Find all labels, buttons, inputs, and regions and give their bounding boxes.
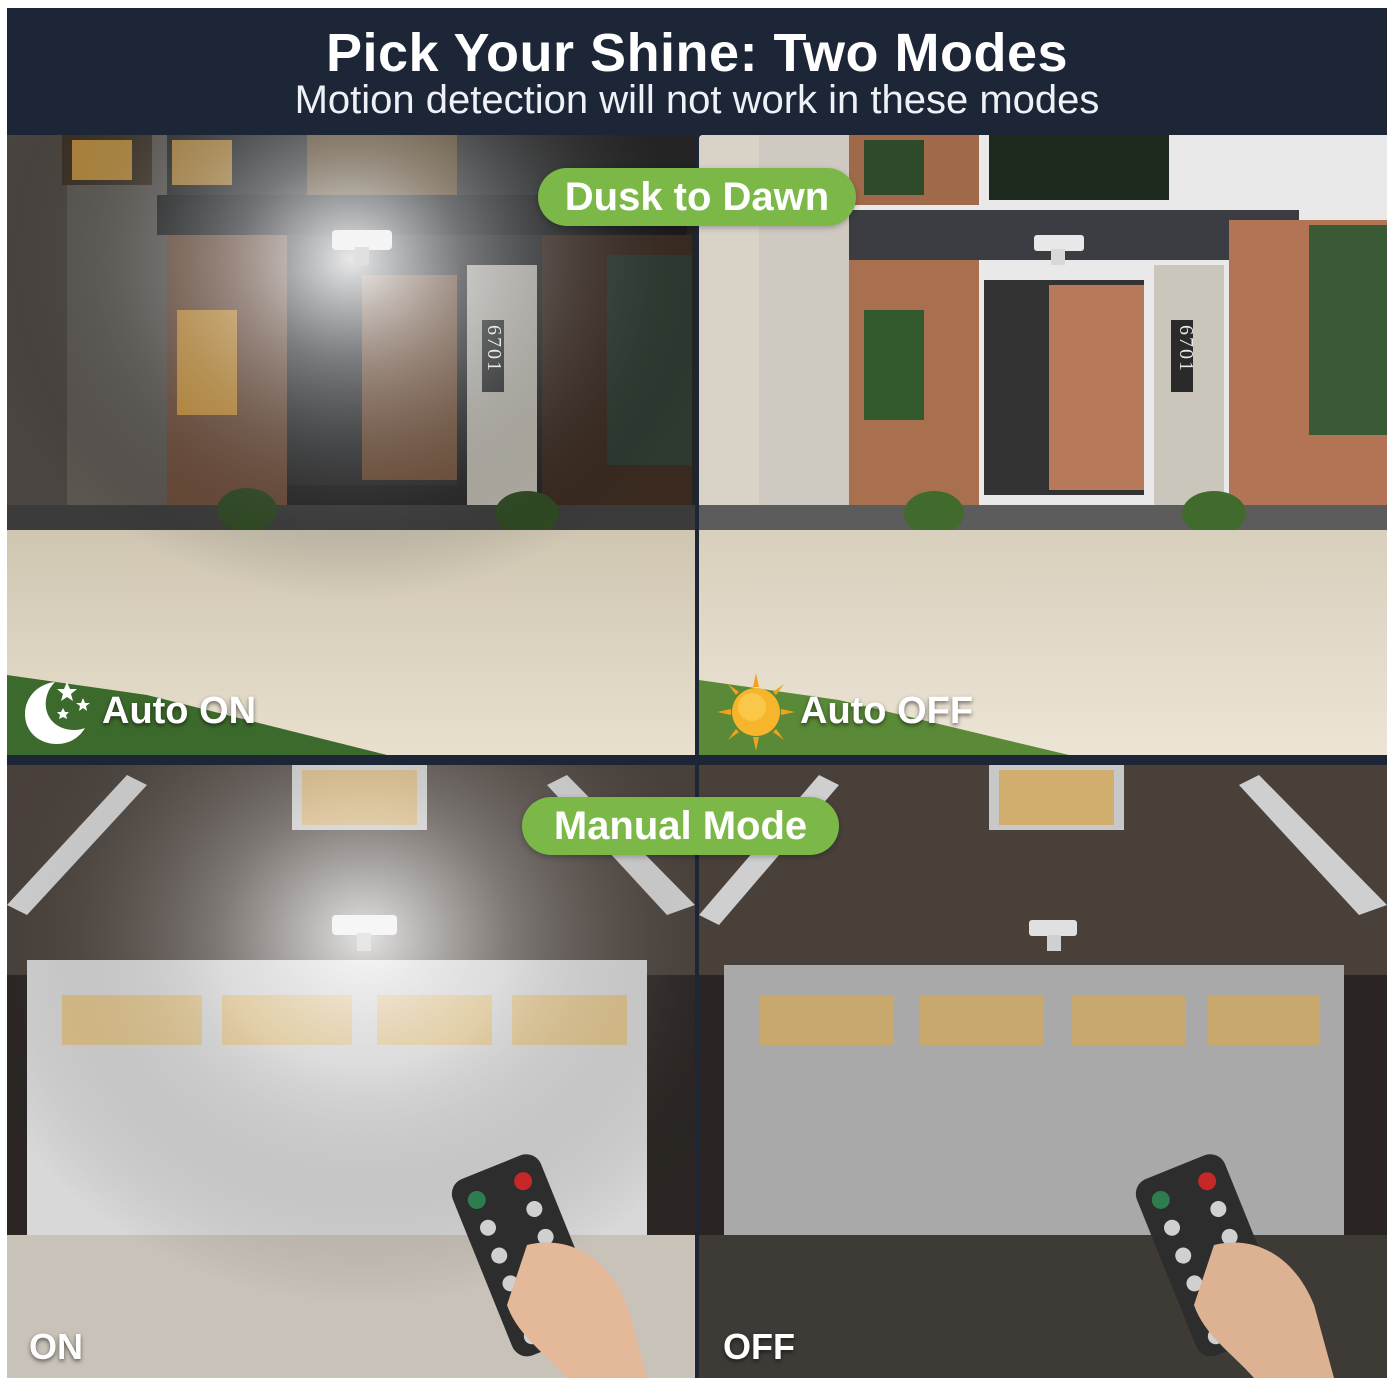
sun-icon — [717, 673, 795, 751]
moon-stars-icon — [25, 682, 90, 744]
panel-manual-off — [699, 765, 1387, 1378]
page-subtitle: Motion detection will not work in these … — [294, 78, 1100, 122]
day-house-photo — [699, 135, 1387, 755]
house-number-day: 6701 — [1175, 325, 1197, 373]
dusk-to-dawn-badge: Dusk to Dawn — [538, 168, 856, 226]
manual-mode-badge: Manual Mode — [522, 797, 839, 855]
panel-dusk-auto-on: 6701 — [7, 135, 695, 755]
manual-off-caption: OFF — [723, 1326, 795, 1367]
garage-lit-photo — [7, 765, 695, 1378]
header-banner: Pick Your Shine: Two Modes Motion detect… — [7, 8, 1387, 135]
panel-manual-on — [7, 765, 695, 1378]
product-infographic: Pick Your Shine: Two Modes Motion detect… — [7, 8, 1387, 1378]
night-house-photo — [7, 135, 695, 755]
page-title: Pick Your Shine: Two Modes — [325, 23, 1069, 83]
panel-dusk-auto-off: 6701 — [699, 135, 1387, 755]
manual-on-caption: ON — [29, 1326, 83, 1367]
garage-dark-photo — [699, 765, 1387, 1378]
house-number: 6701 — [483, 325, 505, 373]
auto-on-caption: Auto ON — [102, 690, 257, 732]
auto-off-caption: Auto OFF — [800, 690, 974, 732]
